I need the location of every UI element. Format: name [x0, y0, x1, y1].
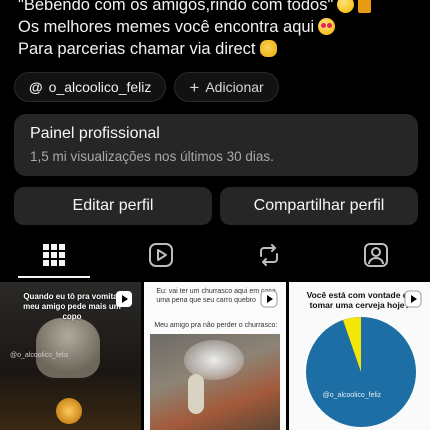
profile-links: @ o_alcoolico_feliz + Adicionar: [14, 72, 279, 102]
tab-tagged[interactable]: [323, 232, 430, 278]
post-thumbnail-2[interactable]: Eu: vai ter um churrasco aqui em casa um…: [144, 282, 286, 430]
pie-chart-image: [305, 316, 416, 427]
post-photo: [150, 334, 280, 430]
post-caption-top: Eu: vai ter um churrasco aqui em casa um…: [156, 288, 276, 304]
bio-line-1: "Bebendo com os amigos,rindo com todos": [18, 0, 428, 16]
bio-line-2: Os melhores memes você encontra aqui: [18, 16, 428, 38]
tagged-icon: [364, 243, 389, 267]
posts-grid: Quando eu tô pra vomitar meu amigo pede …: [0, 282, 430, 430]
tab-posts-grid[interactable]: [0, 232, 108, 278]
add-link-label: Adicionar: [205, 79, 264, 95]
professional-dashboard-title: Painel profissional: [30, 125, 160, 142]
heart-eyes-emoji-icon: [318, 18, 336, 35]
smile-emoji-icon: [337, 0, 355, 13]
post-watermark: @o_alcoolico_feliz: [322, 392, 382, 399]
threads-handle: o_alcoolico_feliz: [48, 79, 152, 95]
post-photo: [36, 318, 100, 378]
post-caption: Você está com vontade de tomar uma cerve…: [306, 290, 413, 310]
handshake-emoji-icon: [259, 40, 277, 57]
reel-indicator-icon: [404, 290, 422, 308]
post-caption: Quando eu tô pra vomitar meu amigo pede …: [23, 292, 121, 321]
threads-icon: @: [29, 79, 43, 95]
threads-link-chip[interactable]: @ o_alcoolico_feliz: [14, 72, 167, 102]
profile-bio: "Bebendo com os amigos,rindo com todos" …: [18, 0, 428, 60]
professional-dashboard[interactable]: Painel profissional 1,5 mi visualizações…: [14, 114, 418, 176]
share-profile-button[interactable]: Compartilhar perfil: [220, 187, 418, 225]
tab-reels[interactable]: [108, 232, 216, 278]
plus-icon: +: [189, 77, 200, 97]
photo-person: [188, 374, 205, 414]
grid-icon: [42, 244, 65, 266]
post-watermark: @o_alcoolico_feliz: [10, 352, 69, 359]
profile-actions: Editar perfil Compartilhar perfil: [14, 187, 418, 225]
bio-line-3: Para parcerias chamar via direct: [18, 38, 428, 60]
edit-profile-button[interactable]: Editar perfil: [14, 187, 212, 225]
post-caption-mid: Meu amigo pra não perder o churrasco:: [154, 322, 278, 329]
professional-dashboard-subtitle: 1,5 mi visualizações nos últimos 30 dias…: [30, 149, 274, 164]
post-thumbnail-3[interactable]: Você está com vontade de tomar uma cerve…: [288, 282, 430, 430]
reposts-icon: [259, 244, 278, 266]
reel-indicator-icon: [116, 291, 133, 307]
reel-indicator-icon: [260, 290, 278, 308]
profile-tabs: [0, 232, 430, 278]
beer-emoji-icon: [358, 0, 372, 13]
post-thumbnail-1[interactable]: Quando eu tô pra vomitar meu amigo pede …: [0, 282, 142, 430]
post-photo-detail: [56, 398, 82, 424]
reels-icon: [149, 243, 174, 267]
tab-reposts[interactable]: [215, 232, 323, 278]
add-link-button[interactable]: + Adicionar: [174, 72, 279, 102]
